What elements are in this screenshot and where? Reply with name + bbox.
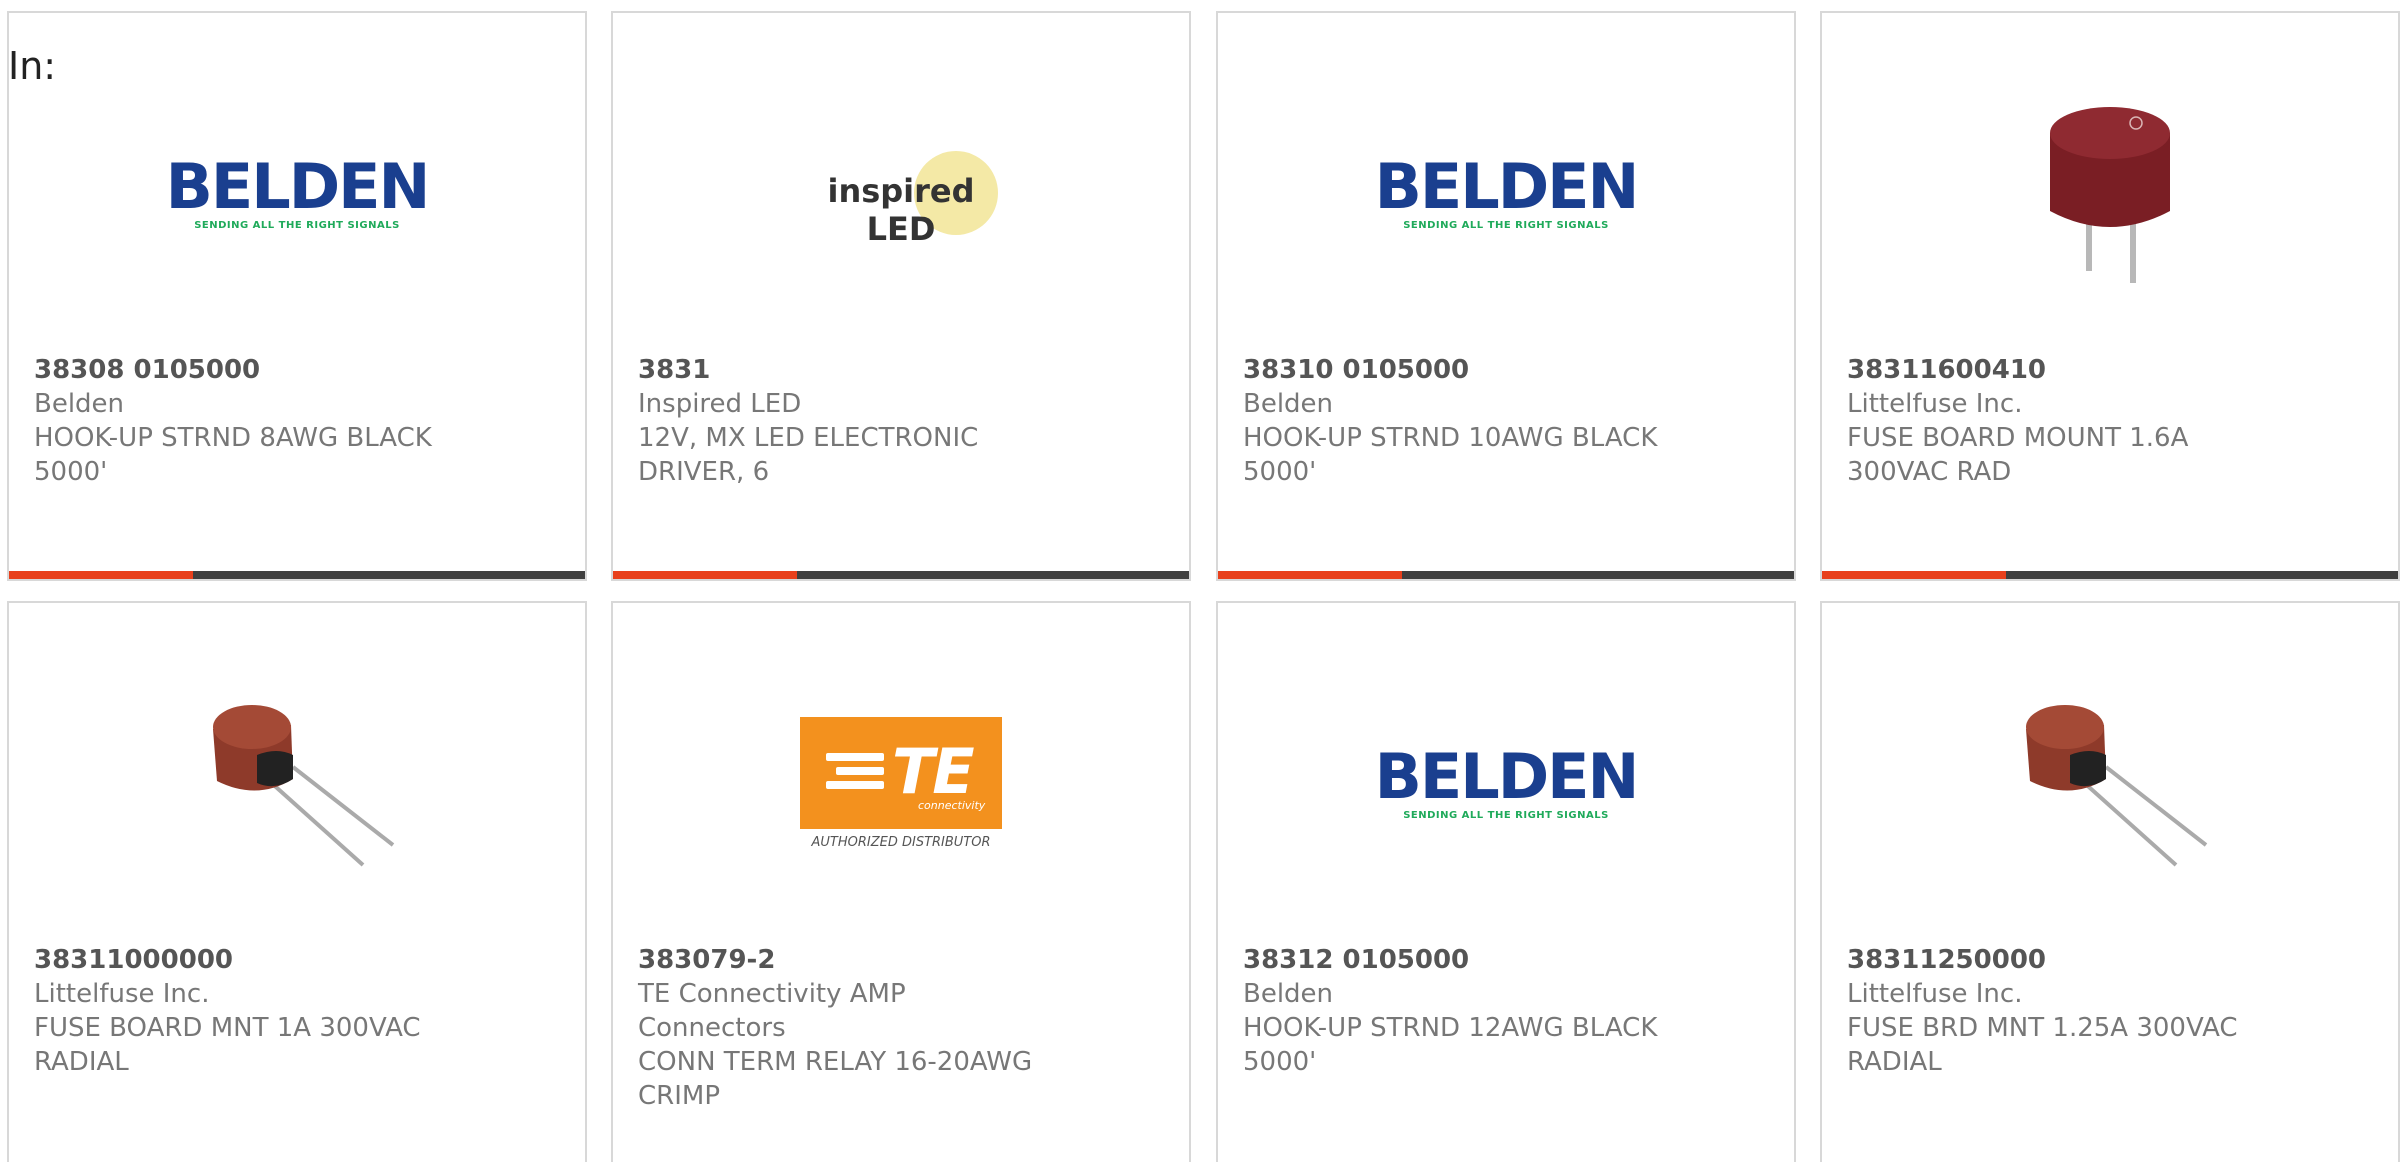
bar-accent <box>1218 571 1403 579</box>
product-card[interactable]: BELDEN SENDING ALL THE RIGHT SIGNALS 383… <box>1216 601 1796 1162</box>
product-card[interactable]: 38311000000 Littelfuse Inc. FUSE BOARD M… <box>7 601 587 1162</box>
product-info: 38311250000 Littelfuse Inc. FUSE BRD MNT… <box>1847 943 2267 1079</box>
product-image[interactable]: TE connectivity AUTHORIZED DISTRIBUTOR <box>613 663 1189 903</box>
product-card[interactable]: inspired LED 3831 Inspired LED 12V, MX L… <box>611 11 1191 581</box>
product-info: 383079-2 TE Connectivity AMP Connectors … <box>638 943 1058 1113</box>
manufacturer: Belden <box>1243 389 1334 419</box>
product-info: 38312 0105000 Belden HOOK-UP STRND 12AWG… <box>1243 943 1663 1079</box>
description-line: FUSE BOARD MOUNT 1.6A <box>1847 423 2189 453</box>
description-line: CRIMP <box>638 1081 720 1111</box>
part-number-link[interactable]: 38308 0105000 <box>34 353 454 387</box>
manufacturer: Littelfuse Inc. <box>34 979 210 1009</box>
fuse-lead <box>265 777 365 867</box>
product-card[interactable]: BELDEN SENDING ALL THE RIGHT SIGNALS 383… <box>7 11 587 581</box>
in-filter-label: In: <box>8 44 57 88</box>
description-line: FUSE BRD MNT 1.25A 300VAC <box>1847 1013 2238 1043</box>
manufacturer: Belden <box>1243 979 1334 1009</box>
fuse-tilted-photo <box>213 705 395 867</box>
description-line: RADIAL <box>1847 1047 1942 1077</box>
bar-rest <box>1402 571 1794 579</box>
part-number-link[interactable]: 38311600410 <box>1847 353 2267 387</box>
fuse-lead <box>291 765 395 847</box>
fuse-upright-photo <box>2050 107 2170 283</box>
bar-accent <box>9 571 194 579</box>
product-image[interactable]: inspired LED <box>613 73 1189 313</box>
te-logo-sub: connectivity <box>918 798 986 812</box>
product-card[interactable]: TE connectivity AUTHORIZED DISTRIBUTOR 3… <box>611 601 1191 1162</box>
te-logo-word: TE <box>892 734 975 808</box>
part-number-link[interactable]: 3831 <box>638 353 1058 387</box>
manufacturer: Belden <box>34 389 125 419</box>
belden-logo: BELDEN SENDING ALL THE RIGHT SIGNALS <box>1374 739 1640 821</box>
description-line: 5000' <box>1243 457 1317 487</box>
product-image[interactable] <box>9 663 585 903</box>
description-line: 5000' <box>1243 1047 1317 1077</box>
belden-logo: BELDEN SENDING ALL THE RIGHT SIGNALS <box>165 149 431 231</box>
te-logo-box: TE connectivity <box>800 716 1002 829</box>
bar-rest <box>193 571 585 579</box>
product-card[interactable]: 38311250000 Littelfuse Inc. FUSE BRD MNT… <box>1820 601 2400 1162</box>
description-line: DRIVER, 6 <box>638 457 770 487</box>
part-number-link[interactable]: 38311250000 <box>1847 943 2267 977</box>
product-card[interactable]: 38311600410 Littelfuse Inc. FUSE BOARD M… <box>1820 11 2400 581</box>
belden-logo-tagline: SENDING ALL THE RIGHT SIGNALS <box>1403 219 1609 231</box>
bar-rest <box>797 571 1189 579</box>
fuse-base <box>257 751 293 787</box>
product-image[interactable] <box>1822 73 2398 313</box>
product-image[interactable]: BELDEN SENDING ALL THE RIGHT SIGNALS <box>1218 73 1794 313</box>
part-number-link[interactable]: 38311000000 <box>34 943 454 977</box>
te-logo: TE connectivity AUTHORIZED DISTRIBUTOR <box>800 716 1002 850</box>
fuse-top <box>2050 107 2170 159</box>
product-info: 3831 Inspired LED 12V, MX LED ELECTRONIC… <box>638 353 1058 489</box>
product-results-page: In: BELDEN SENDING ALL THE RIGHT SIGNALS… <box>0 0 2400 1162</box>
description-line: 12V, MX LED ELECTRONIC <box>638 423 979 453</box>
inspired-led-logo: inspired LED <box>796 148 1006 248</box>
authorized-distributor-text: AUTHORIZED DISTRIBUTOR <box>811 834 991 850</box>
bar-rest <box>2006 571 2398 579</box>
fuse-lead <box>2078 777 2178 867</box>
product-info: 38310 0105000 Belden HOOK-UP STRND 10AWG… <box>1243 353 1663 489</box>
product-image[interactable]: BELDEN SENDING ALL THE RIGHT SIGNALS <box>9 73 585 313</box>
description-line: FUSE BOARD MNT 1A 300VAC <box>34 1013 421 1043</box>
card-bottom-bar <box>613 571 1189 579</box>
belden-logo-word: BELDEN <box>1374 149 1640 223</box>
product-info: 38311600410 Littelfuse Inc. FUSE BOARD M… <box>1847 353 2267 489</box>
product-card[interactable]: BELDEN SENDING ALL THE RIGHT SIGNALS 383… <box>1216 11 1796 581</box>
fuse-base <box>2070 751 2106 787</box>
description-line: HOOK-UP STRND 12AWG BLACK <box>1243 1013 1658 1043</box>
part-number-link[interactable]: 38312 0105000 <box>1243 943 1663 977</box>
inspired-led-logo-text: inspired LED <box>827 172 975 248</box>
manufacturer: TE Connectivity AMP Connectors <box>638 979 906 1043</box>
description-line: 5000' <box>34 457 108 487</box>
manufacturer: Littelfuse Inc. <box>1847 389 2023 419</box>
card-bottom-bar <box>1822 571 2398 579</box>
part-number-link[interactable]: 38310 0105000 <box>1243 353 1663 387</box>
fuse-tilted-photo <box>2026 705 2208 867</box>
product-info: 38308 0105000 Belden HOOK-UP STRND 8AWG … <box>34 353 454 489</box>
bar-accent <box>613 571 798 579</box>
belden-logo-tagline: SENDING ALL THE RIGHT SIGNALS <box>1403 809 1609 821</box>
description-line: HOOK-UP STRND 8AWG BLACK <box>34 423 432 453</box>
manufacturer: Littelfuse Inc. <box>1847 979 2023 1009</box>
belden-logo: BELDEN SENDING ALL THE RIGHT SIGNALS <box>1374 149 1640 231</box>
belden-logo-word: BELDEN <box>1374 739 1640 813</box>
belden-logo-word: BELDEN <box>165 149 431 223</box>
card-bottom-bar <box>1218 571 1794 579</box>
product-image[interactable]: BELDEN SENDING ALL THE RIGHT SIGNALS <box>1218 663 1794 903</box>
fuse-top <box>2026 705 2104 749</box>
belden-logo-tagline: SENDING ALL THE RIGHT SIGNALS <box>194 219 400 231</box>
te-logo-lines <box>826 752 884 795</box>
description-line: CONN TERM RELAY 16-20AWG <box>638 1047 1033 1077</box>
bar-accent <box>1822 571 2007 579</box>
description-line: 300VAC RAD <box>1847 457 2012 487</box>
product-image[interactable] <box>1822 663 2398 903</box>
description-line: RADIAL <box>34 1047 129 1077</box>
part-number-link[interactable]: 383079-2 <box>638 943 1058 977</box>
fuse-lead <box>2104 765 2208 847</box>
description-line: HOOK-UP STRND 10AWG BLACK <box>1243 423 1658 453</box>
fuse-top <box>213 705 291 749</box>
manufacturer: Inspired LED <box>638 389 802 419</box>
product-info: 38311000000 Littelfuse Inc. FUSE BOARD M… <box>34 943 454 1079</box>
card-bottom-bar <box>9 571 585 579</box>
